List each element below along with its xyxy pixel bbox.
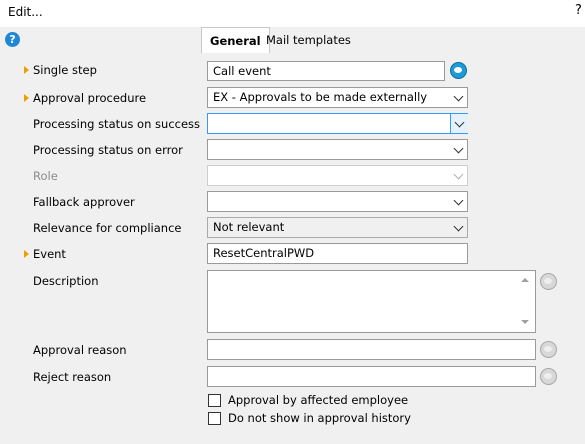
relevance-compliance-dropdown-button[interactable] <box>449 218 467 237</box>
chevron-down-icon <box>454 117 465 128</box>
approval-by-affected-label: Approval by affected employee <box>228 393 409 407</box>
required-marker-icon <box>24 66 29 74</box>
processing-status-success-dropdown-button[interactable] <box>450 114 468 133</box>
chevron-down-icon <box>453 221 464 232</box>
do-not-show-history-checkbox[interactable] <box>208 412 221 425</box>
do-not-show-history-label: Do not show in approval history <box>228 411 411 425</box>
relevance-compliance-label: Relevance for compliance <box>33 221 182 235</box>
fallback-approver-dropdown-button[interactable] <box>449 192 467 211</box>
approval-by-affected-checkbox[interactable] <box>208 394 221 407</box>
reject-reason-input[interactable] <box>207 366 536 387</box>
window-title: Edit... <box>8 5 43 19</box>
approval-procedure-label: Approval procedure <box>33 91 147 105</box>
role-select <box>207 165 468 186</box>
role-dropdown-button <box>449 166 467 185</box>
edit-approval-reason-icon[interactable] <box>540 341 557 358</box>
processing-status-error-dropdown-button[interactable] <box>449 140 467 159</box>
chevron-down-icon <box>453 195 464 206</box>
help-icon[interactable]: ? <box>5 32 20 47</box>
single-step-label: Single step <box>33 63 97 77</box>
scroll-down-icon[interactable] <box>521 320 529 324</box>
processing-status-success-select[interactable] <box>207 113 468 134</box>
chevron-down-icon <box>453 169 464 180</box>
single-step-input[interactable]: Call event <box>207 61 445 81</box>
chevron-down-icon <box>453 91 464 102</box>
approval-procedure-dropdown-button[interactable] <box>449 88 467 107</box>
role-label: Role <box>33 169 58 183</box>
scroll-up-icon[interactable] <box>521 278 529 282</box>
processing-status-error-label: Processing status on error <box>33 143 183 157</box>
description-textarea[interactable] <box>207 270 536 333</box>
event-label: Event <box>33 247 66 261</box>
relevance-compliance-select[interactable]: Not relevant <box>207 217 468 238</box>
event-input[interactable]: ResetCentralPWD <box>207 243 468 264</box>
chevron-down-icon <box>453 143 464 154</box>
tab-mail-templates[interactable]: Mail templates <box>258 27 359 53</box>
edit-event-icon[interactable] <box>450 62 467 79</box>
edit-description-icon[interactable] <box>540 273 557 290</box>
required-marker-icon <box>24 250 29 258</box>
description-label: Description <box>33 274 99 288</box>
approval-procedure-select[interactable]: EX - Approvals to be made externally <box>207 87 468 108</box>
approval-reason-input[interactable] <box>207 339 536 360</box>
processing-status-error-select[interactable] <box>207 139 468 160</box>
window-help-button[interactable]: ? <box>575 3 582 18</box>
fallback-approver-label: Fallback approver <box>33 195 135 209</box>
required-marker-icon <box>24 94 29 102</box>
processing-status-success-label: Processing status on success <box>33 117 201 131</box>
edit-reject-reason-icon[interactable] <box>540 368 557 385</box>
reject-reason-label: Reject reason <box>33 370 112 384</box>
approval-reason-label: Approval reason <box>33 343 127 357</box>
fallback-approver-select[interactable] <box>207 191 468 212</box>
